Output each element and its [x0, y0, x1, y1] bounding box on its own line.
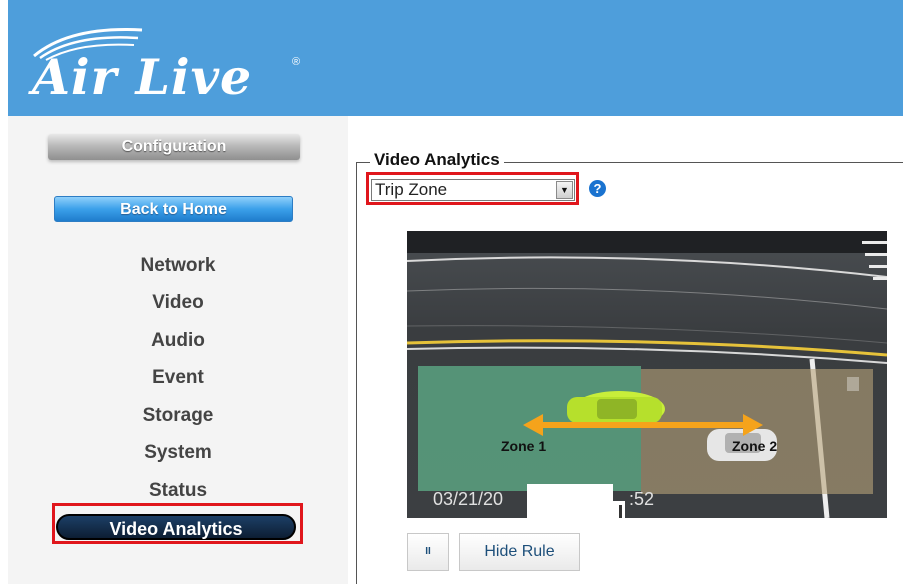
- fieldset-legend: Video Analytics: [370, 150, 504, 170]
- hide-rule-button[interactable]: Hide Rule: [459, 533, 580, 571]
- highlight-box-select: [366, 172, 579, 205]
- timestamp-right: :52: [629, 489, 655, 509]
- highlight-box-sidebar: [52, 503, 303, 544]
- logo-text: Air Live: [32, 48, 253, 106]
- help-icon[interactable]: ?: [589, 180, 606, 197]
- sidebar-item-status[interactable]: Status: [8, 479, 348, 503]
- video-preview[interactable]: Zone 1 Zone 2 03/21/20 :52: [407, 231, 887, 518]
- sidebar-item-storage[interactable]: Storage: [8, 404, 348, 428]
- privacy-mask: [527, 484, 613, 518]
- registered-mark: ®: [292, 56, 301, 68]
- pause-icon: II: [425, 546, 431, 557]
- airlive-logo[interactable]: Air Live ®: [30, 22, 320, 106]
- sidebar-item-video[interactable]: Video: [8, 291, 348, 315]
- sidebar-item-system[interactable]: System: [8, 441, 348, 465]
- sidebar-item-event[interactable]: Event: [8, 366, 348, 390]
- sidebar-item-audio[interactable]: Audio: [8, 329, 348, 353]
- zone-1-label: Zone 1: [501, 438, 547, 454]
- configuration-button[interactable]: Configuration: [48, 134, 300, 160]
- pause-button[interactable]: II: [407, 533, 449, 571]
- back-to-home-button[interactable]: Back to Home: [54, 196, 293, 222]
- video-frame: [407, 231, 887, 518]
- zone-2-label: Zone 2: [732, 438, 778, 454]
- timestamp-left: 03/21/20: [433, 489, 504, 509]
- sidebar-item-network[interactable]: Network: [8, 254, 348, 278]
- header-banner: Air Live ®: [8, 0, 903, 116]
- page: Air Live ® Configuration Back to Home Ne…: [0, 0, 903, 584]
